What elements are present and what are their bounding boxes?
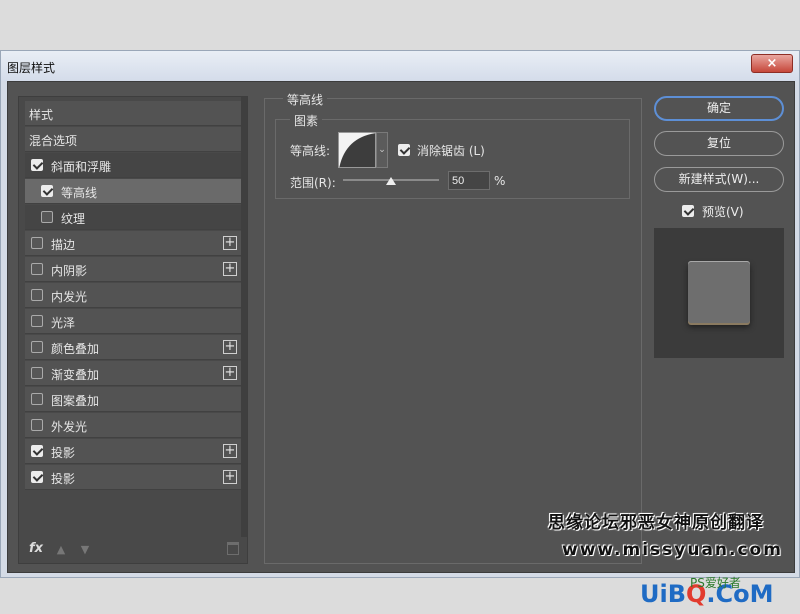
style-item-label: 外发光 bbox=[51, 420, 88, 434]
style-checkbox[interactable] bbox=[41, 211, 53, 223]
style-item-label: 图案叠加 bbox=[51, 394, 100, 408]
watermark-logo-small: PS爱好者 bbox=[690, 576, 741, 590]
contour-label: 等高线: bbox=[290, 144, 331, 158]
elements-group: 图素 等高线: ⌄ 消除锯齿 (L) 范围(R): % bbox=[275, 112, 630, 199]
preview-label: 预览(V) bbox=[702, 205, 744, 219]
dialog-window: 图层样式 × 样式 混合选项 斜面和浮雕 等高线 纹理 描边 + 内阴影 + 内发光 光泽 颜色叠加 +… bbox=[0, 50, 800, 578]
styles-list: 样式混合选项斜面和浮雕等高线纹理描边 + 内阴影 + 内发光光泽颜色叠加 + 渐变叠加 + 图案… bbox=[19, 97, 243, 537]
style-checkbox[interactable] bbox=[31, 159, 43, 171]
style-item-label: 投影 bbox=[51, 446, 76, 460]
style-item[interactable]: 描边 + bbox=[25, 231, 241, 256]
arrow-down-icon[interactable]: ▼ bbox=[79, 543, 91, 556]
add-icon[interactable]: + bbox=[223, 366, 237, 380]
add-icon[interactable]: + bbox=[223, 262, 237, 276]
ok-button[interactable]: 确定 bbox=[654, 96, 784, 121]
style-item-label: 光泽 bbox=[51, 316, 76, 330]
style-checkbox[interactable] bbox=[31, 471, 43, 483]
style-checkbox[interactable] bbox=[31, 419, 43, 431]
contour-preview[interactable] bbox=[338, 132, 376, 168]
style-checkbox[interactable] bbox=[31, 445, 43, 457]
style-item-label: 等高线 bbox=[61, 186, 98, 200]
add-icon[interactable]: + bbox=[223, 340, 237, 354]
range-label: 范围(R): bbox=[290, 176, 336, 190]
style-item[interactable]: 渐变叠加 + bbox=[25, 361, 241, 386]
style-item-label: 投影 bbox=[51, 472, 76, 486]
preview-swatch bbox=[688, 261, 750, 323]
close-button[interactable]: × bbox=[751, 54, 793, 73]
style-item[interactable]: 投影 + bbox=[25, 439, 241, 464]
reset-button[interactable]: 复位 bbox=[654, 131, 784, 156]
style-item-label: 样式 bbox=[29, 108, 54, 122]
style-checkbox[interactable] bbox=[31, 393, 43, 405]
preview-checkbox[interactable] bbox=[682, 205, 694, 217]
style-item[interactable]: 投影 + bbox=[25, 465, 241, 490]
new-style-button[interactable]: 新建样式(W)... bbox=[654, 167, 784, 192]
fx-button[interactable]: fx bbox=[29, 541, 43, 556]
style-item-label: 斜面和浮雕 bbox=[51, 160, 112, 174]
style-checkbox[interactable] bbox=[31, 289, 43, 301]
style-item[interactable]: 颜色叠加 + bbox=[25, 335, 241, 360]
style-item-label: 渐变叠加 bbox=[51, 368, 100, 382]
logo-part-a: UiB bbox=[640, 580, 687, 608]
style-item[interactable]: 内阴影 + bbox=[25, 257, 241, 282]
style-item-label: 颜色叠加 bbox=[51, 342, 100, 356]
title-bar: 图层样式 × bbox=[1, 51, 799, 81]
style-item[interactable]: 纹理 bbox=[25, 205, 241, 230]
style-item-label: 纹理 bbox=[61, 212, 86, 226]
style-item[interactable]: 内发光 bbox=[25, 283, 241, 308]
styles-list-panel: 样式混合选项斜面和浮雕等高线纹理描边 + 内阴影 + 内发光光泽颜色叠加 + 渐变叠加 + 图案… bbox=[18, 96, 248, 564]
contour-group: 等高线 图素 等高线: ⌄ 消除锯齿 (L) 范围(R): % bbox=[264, 91, 642, 564]
chevron-down-icon[interactable]: ⌄ bbox=[376, 132, 388, 168]
antialias-label: 消除锯齿 (L) bbox=[417, 144, 485, 158]
range-slider-thumb[interactable] bbox=[386, 177, 396, 185]
arrow-up-icon[interactable]: ▲ bbox=[55, 543, 67, 556]
style-item[interactable]: 混合选项 bbox=[25, 127, 241, 152]
range-slider[interactable] bbox=[343, 177, 439, 185]
style-item-label: 内阴影 bbox=[51, 264, 88, 278]
style-item[interactable]: 等高线 bbox=[25, 179, 241, 204]
styles-scrollbar[interactable] bbox=[241, 97, 247, 537]
group-title: 等高线 bbox=[283, 91, 328, 108]
style-checkbox[interactable] bbox=[41, 185, 53, 197]
style-item-label: 内发光 bbox=[51, 290, 88, 304]
style-item-label: 混合选项 bbox=[29, 134, 78, 148]
style-item[interactable]: 光泽 bbox=[25, 309, 241, 334]
contour-curve-icon bbox=[339, 133, 375, 167]
antialias-checkbox[interactable] bbox=[398, 144, 410, 156]
layer-style-dialog: 样式 混合选项 斜面和浮雕 等高线 纹理 描边 + 内阴影 + 内发光 光泽 颜色叠加 + 渐变叠加 + 图案… bbox=[7, 81, 795, 573]
style-checkbox[interactable] bbox=[31, 315, 43, 327]
style-checkbox[interactable] bbox=[31, 263, 43, 275]
range-input[interactable] bbox=[448, 171, 490, 190]
styles-toolbar: fx ▲ ▼ bbox=[25, 541, 241, 561]
style-checkbox[interactable] bbox=[31, 237, 43, 249]
window-title: 图层样式 bbox=[7, 61, 56, 75]
watermark-text-cn: 思缘论坛邪恶女神原创翻译 bbox=[548, 513, 764, 533]
style-checkbox[interactable] bbox=[31, 367, 43, 379]
style-item-label: 描边 bbox=[51, 238, 76, 252]
add-icon[interactable]: + bbox=[223, 444, 237, 458]
style-checkbox[interactable] bbox=[31, 341, 43, 353]
style-item[interactable]: 样式 bbox=[25, 101, 241, 126]
trash-icon[interactable] bbox=[227, 542, 239, 555]
style-item[interactable]: 外发光 bbox=[25, 413, 241, 438]
range-unit: % bbox=[494, 174, 506, 188]
watermark-url: www.missyuan.com bbox=[562, 540, 783, 560]
add-icon[interactable]: + bbox=[223, 236, 237, 250]
style-preview bbox=[654, 228, 784, 358]
style-item[interactable]: 图案叠加 bbox=[25, 387, 241, 412]
style-item[interactable]: 斜面和浮雕 bbox=[25, 153, 241, 178]
elements-title: 图素 bbox=[290, 112, 323, 129]
add-icon[interactable]: + bbox=[223, 470, 237, 484]
